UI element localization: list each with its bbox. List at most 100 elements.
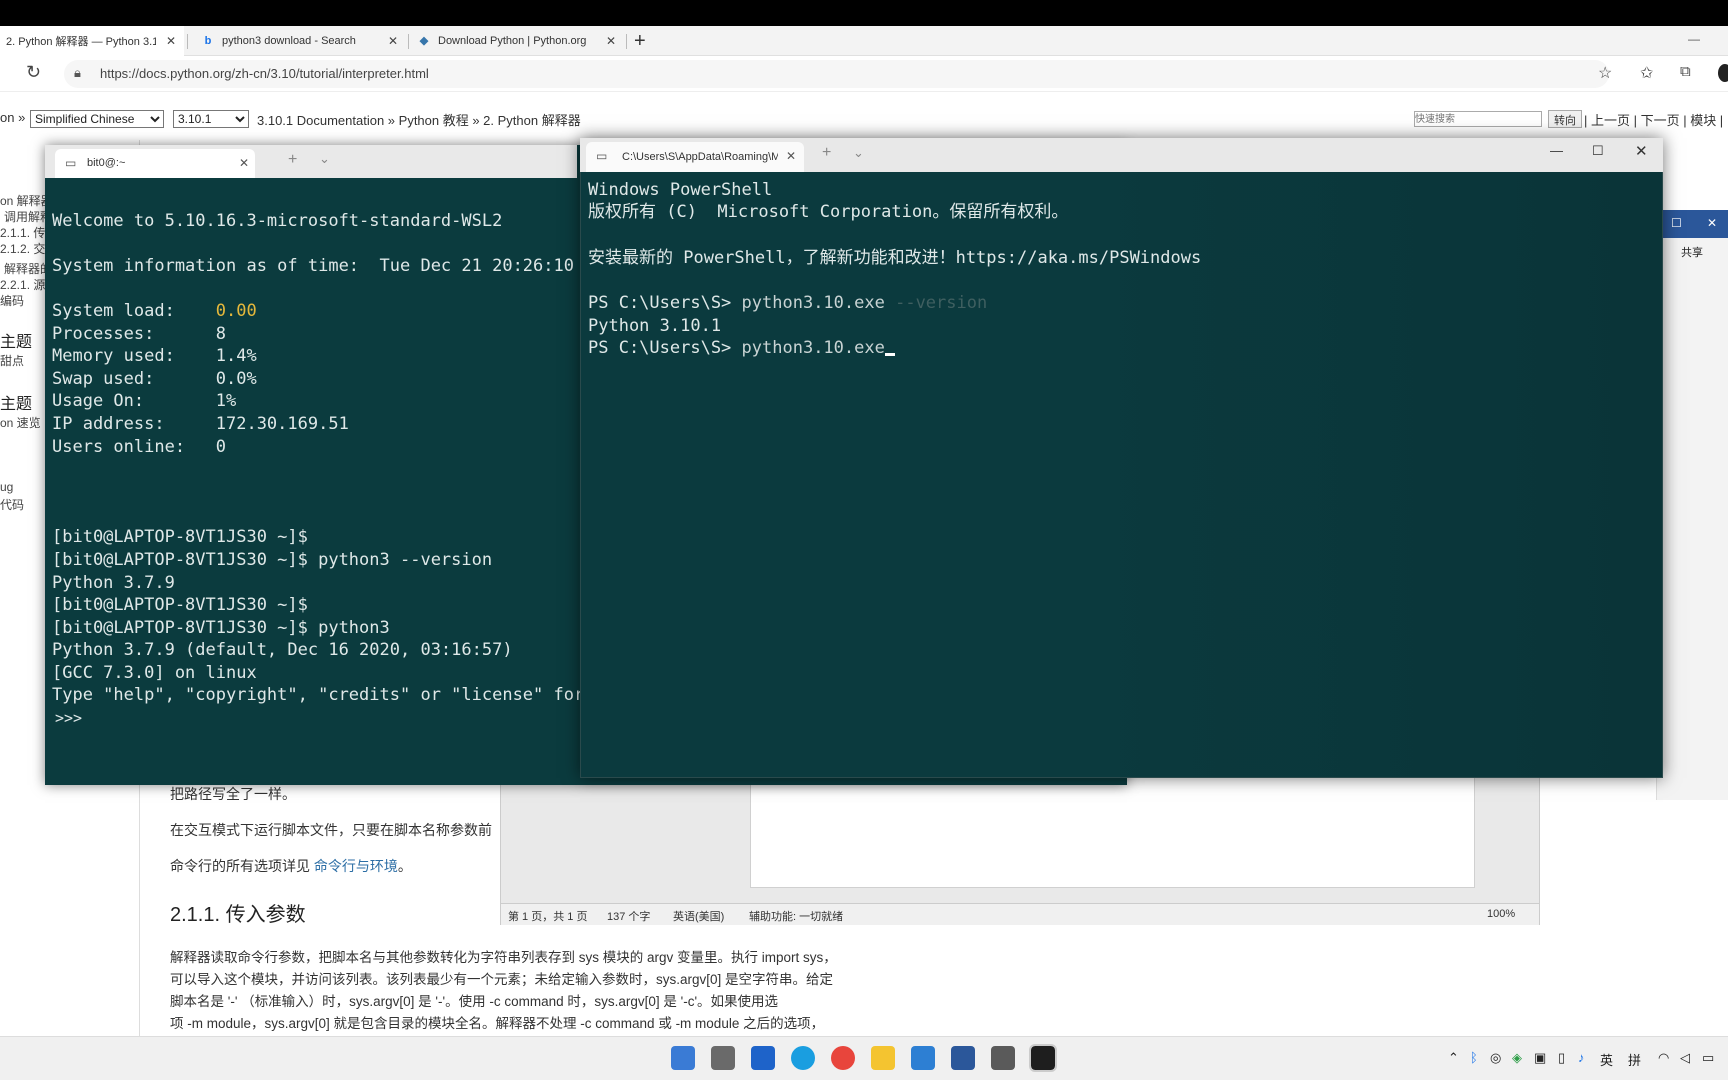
browser-tab-strip: 2. Python 解释器 — Python 3.10 ✕ b python3 … — [0, 26, 1728, 56]
doc-paragraph: 命令行的所有选项详见 命令行与环境。 — [170, 856, 412, 876]
word-right-panel: ☐ ✕ 共享 — [1656, 210, 1728, 800]
minimize-icon[interactable]: — — [1688, 32, 1700, 46]
microphone-icon[interactable]: ♪ — [1578, 1050, 1585, 1065]
doc-paragraph: 解释器读取命令行参数，把脚本名与其他参数转化为字符串列表存到 sys 模块的 a… — [170, 950, 837, 965]
favorites-icon[interactable]: ✩ — [1640, 63, 1653, 83]
chevron-down-icon[interactable]: ⌄ — [319, 151, 330, 167]
start-icon[interactable] — [671, 1046, 695, 1070]
quick-search-input[interactable] — [1414, 111, 1542, 127]
line: [bit0@LAPTOP-8VT1JS30 ~]$ python3 — [52, 618, 390, 638]
tab-label: Download Python | Python.org — [438, 35, 587, 47]
close-icon[interactable]: ✕ — [1635, 142, 1648, 160]
chrome-icon[interactable] — [831, 1046, 855, 1070]
sidebar-item[interactable]: ug — [0, 480, 13, 494]
doc-nav-bar: on » Simplified Chinese 3.10.1 3.10.1 Do… — [0, 98, 1728, 138]
maximize-icon[interactable]: ☐ — [1592, 143, 1604, 159]
sidebar-item[interactable]: on 速览 — [0, 414, 41, 431]
nav-links[interactable]: | 上一页 | 下一页 | 模块 | — [1584, 110, 1723, 129]
breadcrumb[interactable]: 3.10.1 Documentation » Python 教程 » 2. Py… — [257, 110, 581, 129]
python-prompt: >>> — [55, 709, 83, 727]
edge-icon[interactable] — [791, 1046, 815, 1070]
close-icon[interactable]: ✕ — [239, 156, 249, 170]
profile-avatar[interactable] — [1718, 64, 1728, 82]
line: Users online: 0 — [52, 437, 226, 457]
powershell-tab-bar: ▭ C:\Users\S\AppData\Roaming\M ✕ + ⌄ — ☐… — [580, 138, 1663, 172]
line: [GCC 7.3.0] on linux — [52, 663, 257, 683]
close-icon[interactable]: ✕ — [166, 34, 176, 48]
volume-icon[interactable]: ◁ — [1680, 1050, 1690, 1066]
terminal-icon: ▭ — [65, 156, 77, 170]
security-icon[interactable]: ◈ — [1512, 1050, 1522, 1066]
lock-icon[interactable]: 🔒︎ — [74, 65, 81, 81]
task-view-icon[interactable] — [711, 1046, 735, 1070]
close-icon[interactable]: ✕ — [1707, 216, 1717, 230]
tab-python-interpreter[interactable]: 2. Python 解释器 — Python 3.10 ✕ — [0, 26, 184, 56]
store-icon[interactable] — [751, 1046, 775, 1070]
sidebar-item[interactable]: 编码 — [0, 292, 24, 309]
ime-pinyin[interactable]: 拼 — [1628, 1050, 1641, 1069]
app-tray-icon[interactable]: ◎ — [1490, 1050, 1501, 1066]
wsl-tab[interactable]: ▭ bit0@:~ ✕ — [55, 149, 255, 178]
calendar-icon[interactable] — [991, 1046, 1015, 1070]
battery-icon[interactable]: ▯ — [1558, 1050, 1565, 1066]
line: Memory used: 1.4% — [52, 346, 257, 366]
share-button[interactable]: 共享 — [1681, 244, 1703, 260]
url-text[interactable]: https://docs.python.org/zh-cn/3.10/tutor… — [100, 66, 429, 81]
line: Type "help", "copyright", "credits" or "… — [52, 685, 580, 705]
file-explorer-icon[interactable] — [871, 1046, 895, 1070]
powershell-output: Windows PowerShell 版权所有 (C) Microsoft Co… — [588, 179, 1658, 769]
command-line-link[interactable]: 命令行与环境 — [314, 858, 398, 874]
sidebar-item[interactable]: 代码 — [0, 496, 24, 513]
word-icon[interactable] — [951, 1046, 975, 1070]
sidebar-item[interactable]: 2.2.1. 源 — [0, 276, 45, 293]
sidebar-item[interactable]: 甜点 — [0, 352, 24, 369]
tray-icon[interactable]: ▣ — [1534, 1050, 1546, 1066]
tab-download-python[interactable]: ◆ Download Python | Python.org ✕ — [412, 26, 624, 56]
bluetooth-icon[interactable]: ᛒ — [1470, 1050, 1478, 1065]
version-select[interactable]: 3.10.1 — [173, 110, 249, 128]
terminal-icon[interactable] — [1029, 1044, 1057, 1072]
minimize-icon[interactable]: — — [1550, 143, 1563, 158]
chevron-down-icon[interactable]: ⌄ — [853, 145, 864, 161]
language-select[interactable]: Simplified Chinese — [30, 110, 164, 128]
text: 命令行的所有选项详见 — [170, 858, 314, 874]
sidebar-item[interactable]: 2.1.1. 传 — [0, 224, 45, 241]
doc-paragraph: 把路径写全了一样。 — [170, 786, 296, 802]
new-tab-button[interactable]: + — [634, 30, 646, 53]
line: System information as of time: Tue Dec 2… — [52, 256, 574, 276]
new-tab-button[interactable]: + — [822, 144, 831, 162]
mail-icon[interactable] — [911, 1046, 935, 1070]
doc-paragraph: 在交互模式下运行脚本文件，只要在脚本名称参数前 — [170, 822, 492, 838]
taskbar — [0, 1036, 1728, 1080]
tab-label: 2. Python 解释器 — Python 3.10 — [6, 36, 156, 48]
close-icon[interactable]: ✕ — [388, 34, 398, 48]
close-icon[interactable]: ✕ — [786, 149, 796, 163]
line: Processes: 8 — [52, 324, 226, 344]
doc-paragraph: 可以导入这个模块，并访问该列表。该列表最少有一个元素；未给定输入参数时，sys.… — [170, 972, 834, 987]
prompt: PS C:\Users\S> — [588, 293, 732, 313]
sidebar-heading: 主题 — [0, 396, 33, 413]
go-button[interactable]: 转向 — [1548, 110, 1582, 128]
ime-mode[interactable]: 英 — [1600, 1050, 1613, 1069]
powershell-tab-title: C:\Users\S\AppData\Roaming\M — [622, 151, 778, 163]
doc-content: 把路径写全了一样。 在交互模式下运行脚本文件，只要在脚本名称参数前 命令行的所有… — [150, 780, 910, 1040]
new-tab-button[interactable]: + — [288, 151, 297, 169]
maximize-icon[interactable]: ☐ — [1671, 216, 1682, 230]
close-icon[interactable]: ✕ — [606, 34, 616, 48]
tab-python3-download-search[interactable]: b python3 download - Search ✕ — [196, 26, 406, 56]
refresh-icon[interactable]: ↻ — [26, 62, 41, 83]
battery-status-icon[interactable]: ▭ — [1702, 1050, 1714, 1066]
collections-icon[interactable]: ⧉ — [1680, 63, 1691, 80]
zoom-level[interactable]: 100% — [1487, 908, 1515, 920]
chevron-up-icon[interactable]: ⌃ — [1448, 1050, 1459, 1066]
sidebar-item[interactable]: 2.1.2. 交 — [0, 240, 45, 257]
prompt: PS C:\Users\S> — [588, 338, 732, 358]
bing-icon: b — [204, 35, 212, 47]
powershell-tab[interactable]: ▭ C:\Users\S\AppData\Roaming\M ✕ — [586, 142, 804, 172]
wifi-icon[interactable]: ◠ — [1658, 1050, 1669, 1066]
line: 版权所有 (C) Microsoft Corporation。保留所有权利。 — [588, 202, 1069, 222]
line: Python 3.7.9 — [52, 573, 175, 593]
add-favorite-icon[interactable]: ☆ — [1598, 63, 1612, 83]
load-value: 0.00 — [215, 301, 257, 321]
python-logo-icon: ◆ — [419, 35, 429, 47]
